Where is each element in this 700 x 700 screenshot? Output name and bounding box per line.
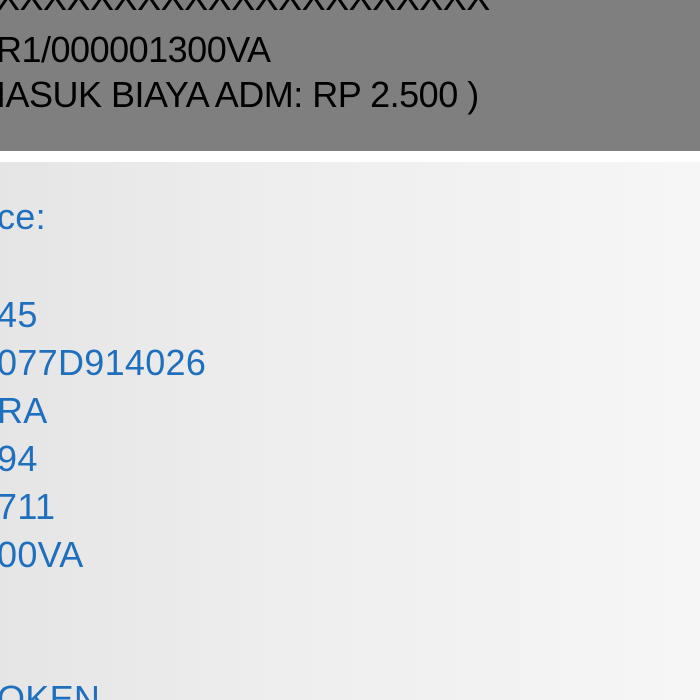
detail-row: RA xyxy=(0,390,48,431)
detail-card: ce: 45 077D914026 RA 94 711 00VA OKEN xyxy=(0,162,700,700)
detail-row: 077D914026 xyxy=(0,342,207,383)
detail-footer: OKEN xyxy=(0,678,101,700)
detail-heading: ce: xyxy=(0,196,46,237)
banner-masked-line: XXXXXXXXXXXXXXXXXXXXX xyxy=(0,0,490,18)
detail-row: 94 xyxy=(0,438,38,479)
divider xyxy=(0,151,700,162)
detail-row: 711 xyxy=(0,486,56,527)
detail-row: 00VA xyxy=(0,534,84,575)
screen: XXXXXXXXXXXXXXXXXXXXX R1/000001300VA IAS… xyxy=(0,0,700,700)
detail-row: 45 xyxy=(0,294,38,335)
banner-tariff-line: R1/000001300VA xyxy=(0,29,271,70)
banner-admin-fee-line: IASUK BIAYA ADM: RP 2.500 ) xyxy=(0,74,479,115)
message-banner: XXXXXXXXXXXXXXXXXXXXX R1/000001300VA IAS… xyxy=(0,0,700,151)
